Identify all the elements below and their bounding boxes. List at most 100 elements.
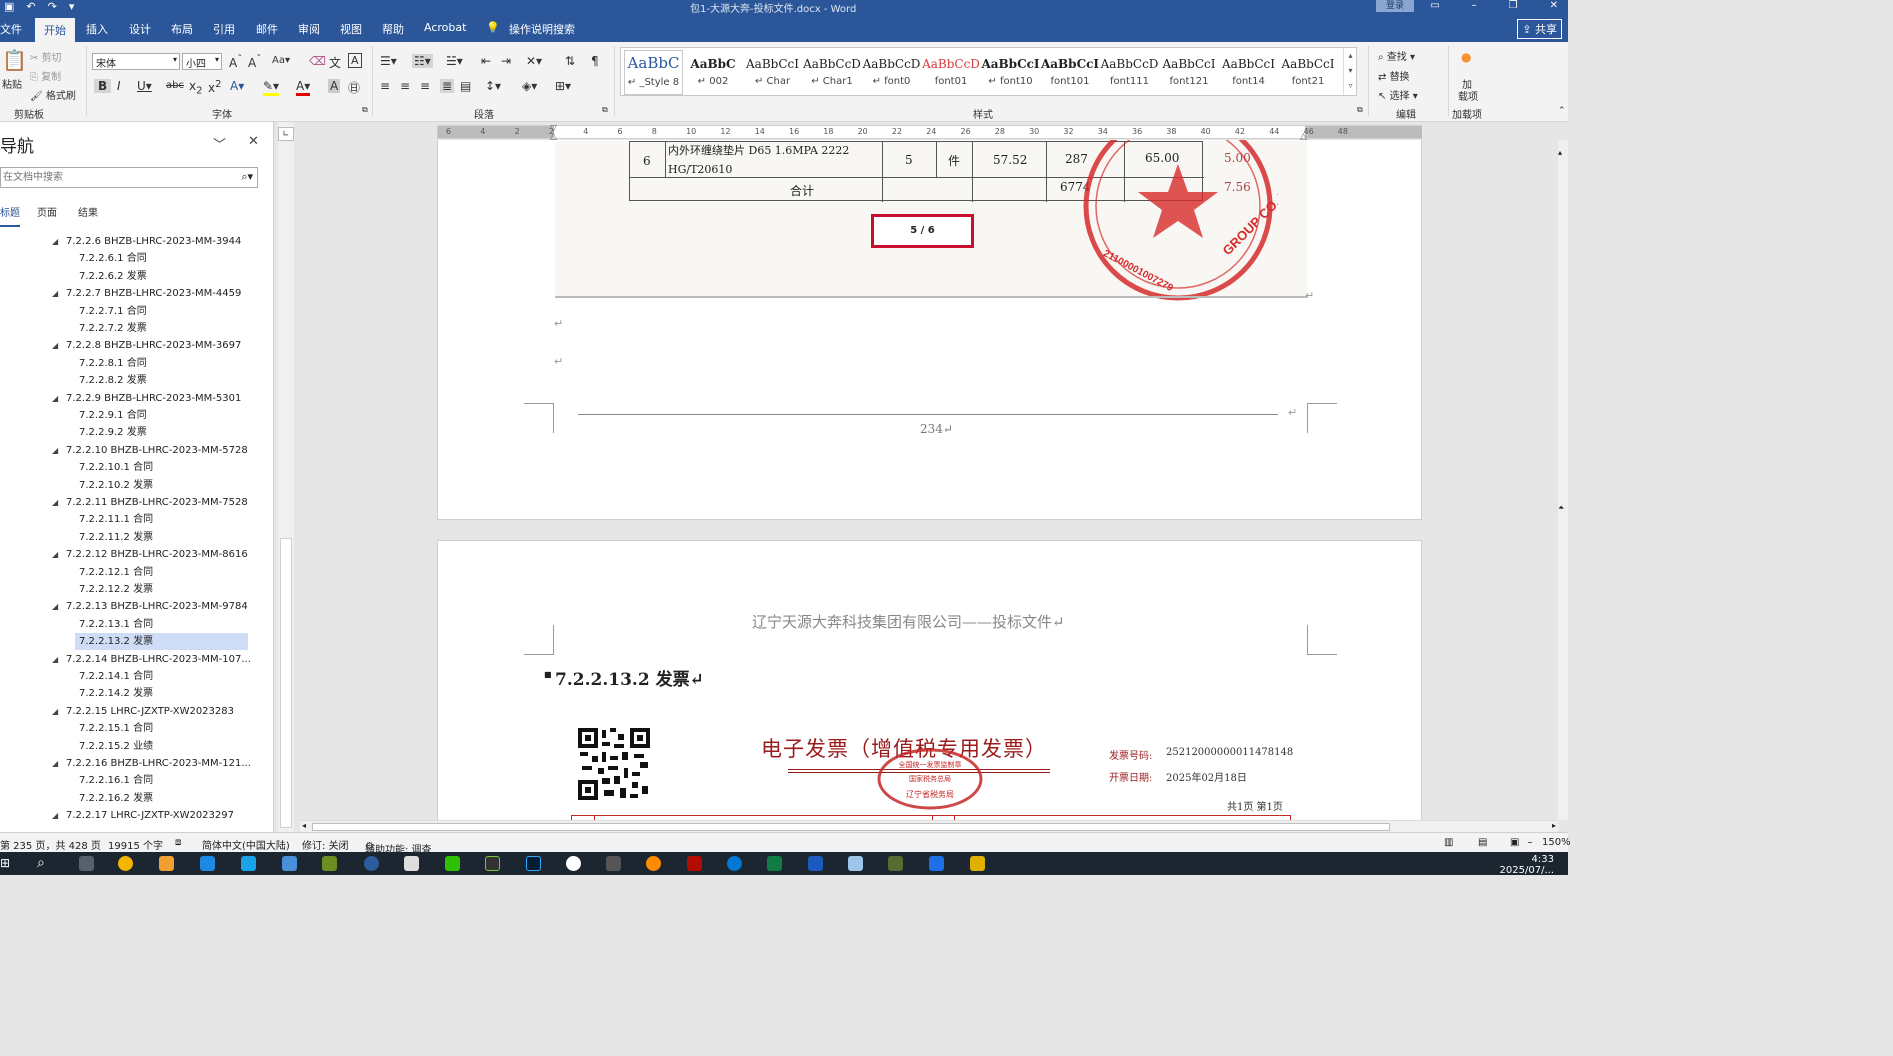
nav-heading-item[interactable]: ◢ 7.2.2.14 BHZB-LHRC-2023-MM-107... (0, 651, 251, 668)
underline-button[interactable]: U▾ (137, 79, 152, 93)
nav-subheading-item[interactable]: 7.2.2.8.2 发票 (0, 372, 248, 389)
redo-icon[interactable]: ↷ (48, 0, 57, 13)
tab-headings[interactable]: 标题 (0, 204, 20, 227)
app-icon[interactable] (241, 856, 256, 871)
increase-indent-icon[interactable]: ⇥ (501, 54, 511, 68)
acrobat-icon[interactable] (687, 856, 702, 871)
align-right-icon[interactable]: ≡ (420, 79, 430, 93)
login-button[interactable]: 登录 (1376, 0, 1414, 12)
font-size-combo[interactable]: 小四 ▾ (182, 53, 222, 70)
collapse-triangle-icon[interactable]: ◢ (52, 337, 58, 354)
tab-design[interactable]: 设计 (129, 21, 151, 37)
show-marks-icon[interactable]: ¶ (591, 54, 599, 68)
section-heading[interactable]: 7.2.2.13.2 发票↵ (555, 665, 704, 690)
nav-heading-item[interactable]: ◢ 7.2.2.12 BHZB-LHRC-2023-MM-8616 (0, 546, 248, 563)
share-button[interactable]: ⇪ 共享 (1517, 19, 1562, 39)
character-shading-icon[interactable]: A (328, 79, 341, 93)
app-icon[interactable] (606, 856, 621, 871)
italic-button[interactable]: I (117, 79, 121, 93)
align-center-icon[interactable]: ≡ (400, 79, 410, 93)
nav-subheading-item[interactable]: 7.2.2.11.2 发票 (0, 529, 248, 546)
styles-scroll[interactable]: ▴ ▾ ▿ (1343, 48, 1357, 95)
print-layout-icon[interactable]: ▤ (1478, 837, 1487, 848)
language-status[interactable]: 简体中文(中国大陆) (202, 837, 290, 852)
addins-button-line2[interactable]: 载项 (1458, 88, 1478, 103)
collapse-triangle-icon[interactable]: ◢ (52, 494, 58, 511)
word-icon[interactable] (808, 856, 823, 871)
clear-format-icon[interactable]: ⌫ (309, 54, 326, 68)
style-item[interactable]: AaBbCcD ↵ font0 (862, 50, 921, 95)
nav-heading-item[interactable]: ◢ 7.2.2.16 BHZB-LHRC-2023-MM-121... (0, 755, 251, 772)
strikethrough-button[interactable]: abc (166, 80, 184, 91)
app-icon[interactable] (888, 856, 903, 871)
app-icon[interactable] (848, 856, 863, 871)
text-effects-icon[interactable]: A▾ (230, 79, 244, 93)
style-item[interactable]: AaBbCcI ↵ font10 (981, 50, 1040, 95)
nav-subheading-item[interactable]: 7.2.2.14.1 合同 (0, 668, 248, 685)
app-icon[interactable] (929, 856, 944, 871)
paste-icon[interactable]: 📋 (2, 48, 27, 72)
tell-me-search[interactable]: 操作说明搜索 (509, 21, 575, 37)
line-spacing-icon[interactable]: ↕▾ (485, 79, 501, 93)
nav-subheading-item[interactable]: 7.2.2.13.2 发票 (75, 633, 248, 651)
nav-subheading-item[interactable]: 7.2.2.15.2 业绩 (0, 738, 248, 755)
scroll-up-icon[interactable]: ▴ (1558, 148, 1562, 157)
multilevel-list-icon[interactable]: ☱▾ (446, 54, 463, 68)
app-icon[interactable] (646, 856, 661, 871)
change-case-button[interactable]: Aa▾ (272, 55, 290, 66)
app-icon[interactable] (485, 856, 500, 871)
cut-button[interactable]: ✂ 剪切 (30, 49, 62, 64)
align-left-icon[interactable]: ≡ (380, 79, 390, 93)
addins-icon[interactable]: ● (1461, 50, 1471, 64)
navigation-search[interactable]: ⌕▾ (0, 167, 258, 188)
search-icon[interactable]: ⌕▾ (241, 170, 253, 184)
shrink-font-icon[interactable]: Aˇ (248, 54, 261, 70)
paste-button[interactable]: 粘贴 (2, 76, 22, 91)
collapse-triangle-icon[interactable]: ◢ (52, 755, 58, 772)
app-icon[interactable] (404, 856, 419, 871)
word-count-status[interactable]: 19915 个字 (108, 837, 163, 852)
superscript-button[interactable]: x2 (208, 79, 221, 95)
bullets-icon[interactable]: ☰▾ (380, 54, 397, 68)
borders-icon[interactable]: ⊞▾ (555, 79, 571, 93)
search-icon[interactable]: ⌕ (37, 855, 45, 871)
shading-icon[interactable]: ◈▾ (522, 79, 537, 93)
scroll-right-icon[interactable]: ▸ (1552, 821, 1556, 830)
font-color-icon[interactable]: A▾ (296, 79, 311, 96)
sort-icon[interactable]: ⇅ (565, 54, 575, 68)
scroll-left-icon[interactable]: ◂ (302, 821, 306, 830)
style-item[interactable]: AaBbCcD ↵ Char1 (803, 50, 862, 95)
collapse-ribbon-icon[interactable]: ⌃ (1558, 106, 1566, 116)
nav-subheading-item[interactable]: 7.2.2.14.2 发票 (0, 685, 248, 702)
horizontal-scroll-thumb[interactable] (312, 823, 1390, 831)
collapse-triangle-icon[interactable]: ◢ (52, 598, 58, 615)
style-item[interactable]: AaBbCcI ↵ Char (743, 50, 802, 95)
font-name-combo[interactable]: 宋体 ▾ (92, 53, 180, 70)
styles-dialog-launcher-icon[interactable]: ⧉ (1357, 105, 1363, 115)
nav-subheading-item[interactable]: 7.2.2.15.1 合同 (0, 720, 248, 737)
nav-subheading-item[interactable]: 7.2.2.16.2 发票 (0, 790, 248, 807)
start-icon[interactable]: ⊞ (0, 856, 10, 870)
nav-subheading-item[interactable]: 7.2.2.11.1 合同 (0, 511, 248, 528)
style-item[interactable]: AaBbCcD font01 (922, 50, 981, 95)
collapse-triangle-icon[interactable]: ◢ (52, 546, 58, 563)
nav-subheading-item[interactable]: 7.2.2.16.1 合同 (0, 772, 248, 789)
page-count-status[interactable]: 第 235 页，共 428 页 (0, 837, 101, 852)
wechat-icon[interactable] (445, 856, 460, 871)
nav-subheading-item[interactable]: 7.2.2.8.1 合同 (0, 355, 248, 372)
collapse-triangle-icon[interactable]: ◢ (52, 285, 58, 302)
nav-subheading-item[interactable]: 7.2.2.10.2 发票 (0, 477, 248, 494)
tab-file[interactable]: 文件 (0, 21, 22, 37)
format-painter-button[interactable]: 🖌 格式刷 (30, 87, 76, 102)
tab-layout[interactable]: 布局 (171, 21, 193, 37)
minimize-icon[interactable]: – (1472, 0, 1477, 11)
close-icon[interactable]: ✕ (248, 134, 259, 149)
search-input[interactable] (1, 168, 226, 186)
nav-heading-item[interactable]: ◢ 7.2.2.6 BHZB-LHRC-2023-MM-3944 (0, 233, 248, 250)
font-dialog-launcher-icon[interactable]: ⧉ (362, 105, 368, 115)
nav-subheading-item[interactable]: 7.2.2.10.1 合同 (0, 459, 248, 476)
proofing-icon[interactable]: ⧈ (175, 837, 181, 848)
app-icon[interactable] (200, 856, 215, 871)
nav-subheading-item[interactable]: 7.2.2.9.2 发票 (0, 424, 248, 441)
nav-subheading-item[interactable]: 7.2.2.6.2 发票 (0, 268, 248, 285)
